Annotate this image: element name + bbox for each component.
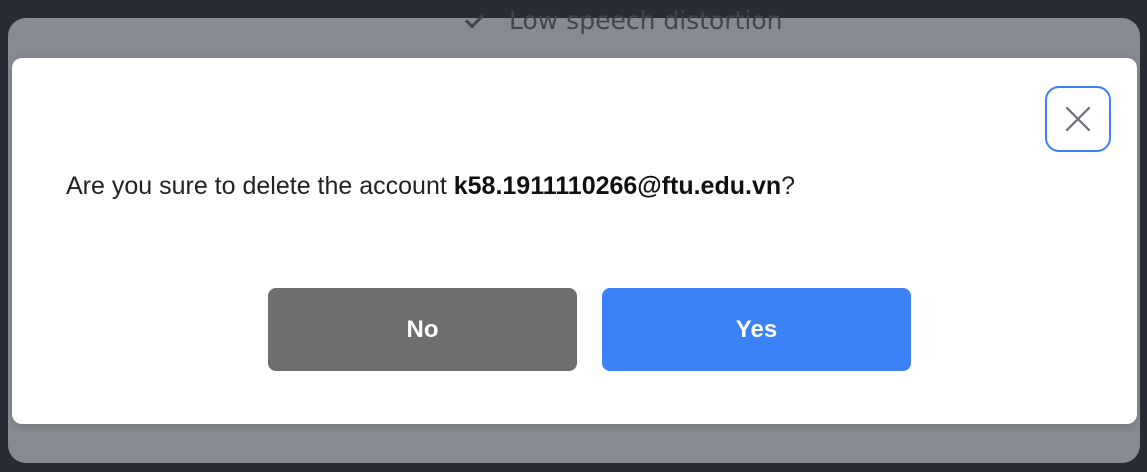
no-button[interactable]: No bbox=[268, 288, 577, 371]
yes-button[interactable]: Yes bbox=[602, 288, 911, 371]
account-email: k58.1911110266@ftu.edu.vn bbox=[453, 172, 782, 200]
message-prefix: Are you sure to delete the account bbox=[66, 172, 454, 200]
page: Low speech distortion Are you sure to de… bbox=[0, 0, 1147, 472]
delete-account-dialog: Are you sure to delete the account k58.1… bbox=[12, 58, 1137, 424]
dialog-message: Are you sure to delete the account k58.1… bbox=[66, 172, 795, 201]
close-button[interactable] bbox=[1045, 86, 1111, 152]
message-suffix: ? bbox=[781, 172, 796, 200]
close-icon bbox=[1065, 106, 1091, 132]
